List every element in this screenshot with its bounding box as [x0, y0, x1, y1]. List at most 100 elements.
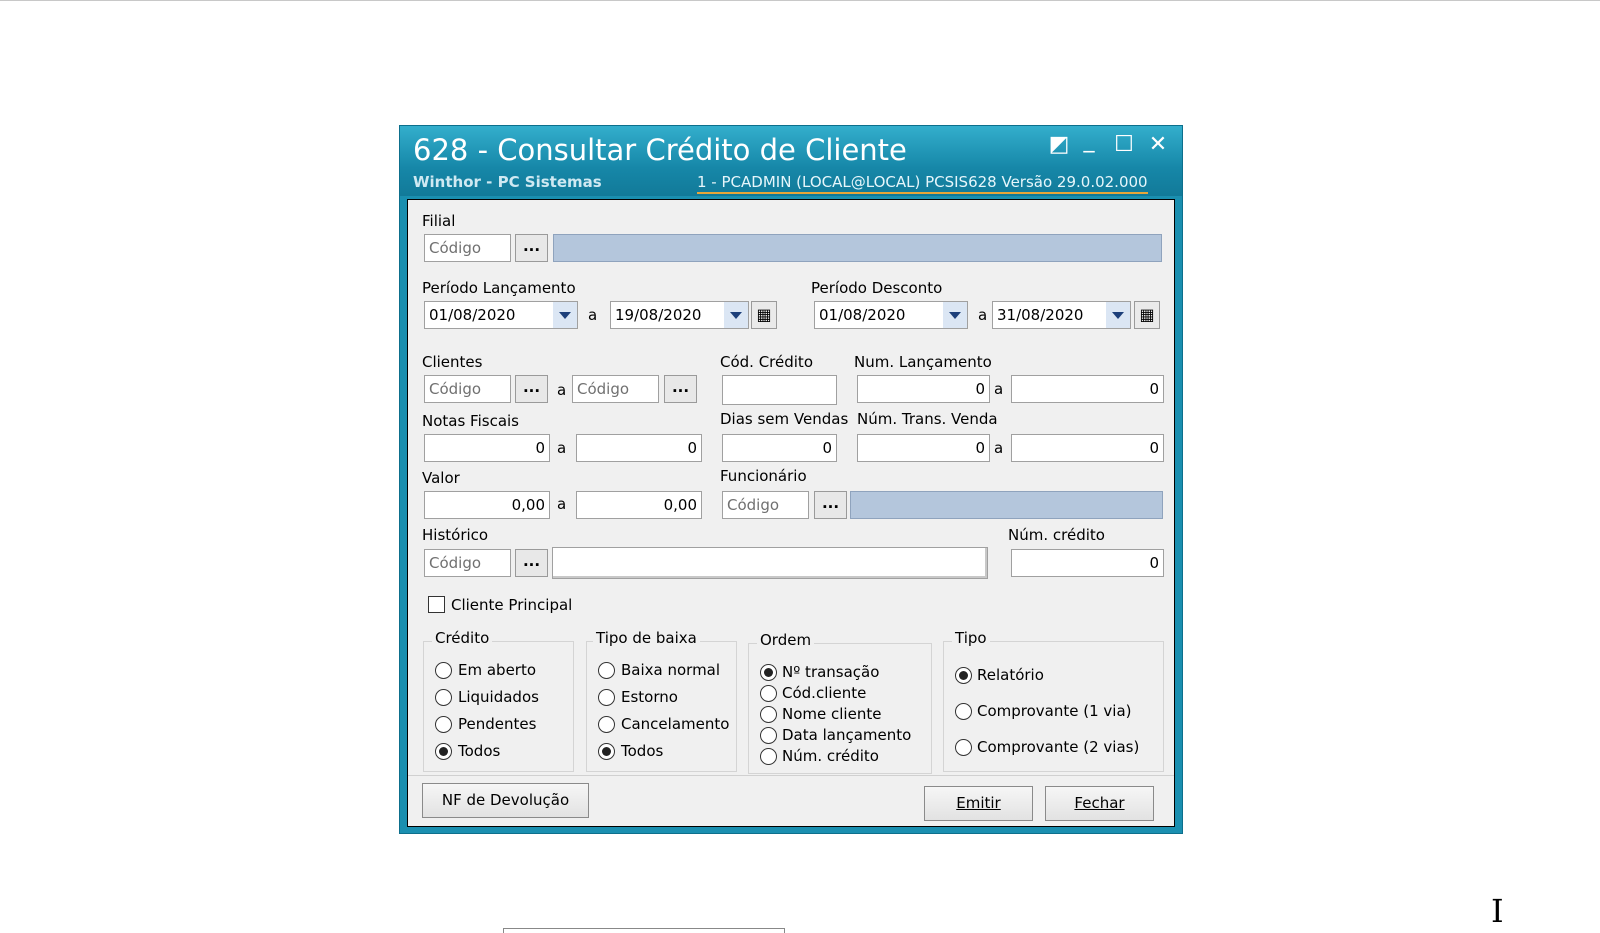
radio-n-transacao[interactable]: [760, 664, 777, 681]
radio-cancelamento[interactable]: [598, 716, 615, 733]
radio-liquidados[interactable]: [435, 689, 452, 706]
nf-devolucao-button[interactable]: NF de Devolução: [422, 783, 589, 818]
radio-nome-cliente[interactable]: [760, 706, 777, 723]
num-trans-venda-label: Núm. Trans. Venda: [857, 410, 998, 428]
num-trans-venda-from-input[interactable]: 0: [857, 434, 990, 462]
periodo-desconto-from[interactable]: 01/08/2020: [814, 301, 968, 329]
num-credito-input[interactable]: 0: [1011, 549, 1164, 577]
num-lancamento-to-input[interactable]: 0: [1011, 375, 1164, 403]
valor-label: Valor: [422, 469, 460, 487]
clientes-from-lookup-button[interactable]: ...: [515, 375, 548, 403]
form-body: Filial Código ... Período Lançamento 01/…: [407, 199, 1175, 827]
calendar-icon[interactable]: ▦: [751, 301, 777, 329]
dias-sem-vendas-input[interactable]: 0: [722, 434, 837, 462]
periodo-desconto-label: Período Desconto: [811, 279, 943, 297]
window-subtitle: Winthor - PC Sistemas: [413, 173, 602, 191]
window-title: 628 - Consultar Crédito de Cliente: [413, 133, 907, 167]
valor-from-input[interactable]: 0,00: [424, 491, 550, 519]
radio-em-aberto[interactable]: [435, 662, 452, 679]
cod-credito-input[interactable]: [722, 375, 837, 405]
periodo-lancamento-sep: a: [588, 306, 598, 324]
emitir-button[interactable]: Emitir: [924, 786, 1033, 821]
historico-label: Histórico: [422, 526, 489, 544]
radio-relatorio-label: Relatório: [977, 666, 1044, 684]
periodo-desconto-from-value: 01/08/2020: [819, 306, 906, 324]
notas-fiscais-to-input[interactable]: 0: [576, 434, 702, 462]
num-lancamento-label: Num. Lançamento: [854, 353, 992, 371]
clientes-to-input[interactable]: Código: [572, 375, 659, 403]
radio-estorno[interactable]: [598, 689, 615, 706]
chevron-down-icon[interactable]: [553, 302, 577, 328]
calendar-icon[interactable]: ▦: [1134, 301, 1160, 329]
radio-baixa-todos[interactable]: [598, 743, 615, 760]
radio-cod-cliente-label: Cód.cliente: [782, 684, 867, 702]
historico-code-input[interactable]: Código: [424, 549, 511, 577]
close-icon[interactable]: ✕: [1145, 134, 1171, 158]
notas-fiscais-from-input[interactable]: 0: [424, 434, 550, 462]
title-bar[interactable]: 628 - Consultar Crédito de Cliente Winth…: [400, 126, 1182, 196]
funcionario-lookup-button[interactable]: ...: [814, 491, 847, 519]
minimize-icon[interactable]: _: [1076, 130, 1102, 154]
credito-group-title: Crédito: [432, 629, 493, 647]
radio-relatorio[interactable]: [955, 667, 972, 684]
partial-element-bottom: [503, 928, 785, 933]
num-trans-venda-sep: a: [994, 439, 1004, 457]
periodo-lancamento-from-value: 01/08/2020: [429, 306, 516, 324]
num-credito-label: Núm. crédito: [1008, 526, 1105, 544]
radio-data-lancamento[interactable]: [760, 727, 777, 744]
text-cursor-icon: I: [1491, 892, 1504, 930]
radio-baixa-normal[interactable]: [598, 662, 615, 679]
radio-cod-cliente[interactable]: [760, 685, 777, 702]
main-window: 628 - Consultar Crédito de Cliente Winth…: [399, 125, 1183, 834]
radio-num-credito[interactable]: [760, 748, 777, 765]
radio-estorno-label: Estorno: [621, 688, 678, 706]
fechar-button[interactable]: Fechar: [1045, 786, 1154, 821]
historico-lookup-button[interactable]: ...: [515, 549, 548, 577]
radio-liquidados-label: Liquidados: [458, 688, 539, 706]
clientes-from-input[interactable]: Código: [424, 375, 511, 403]
radio-baixa-todos-label: Todos: [621, 742, 664, 760]
funcionario-label: Funcionário: [720, 467, 807, 485]
radio-data-lancamento-label: Data lançamento: [782, 726, 912, 744]
periodo-desconto-to[interactable]: 31/08/2020: [992, 301, 1131, 329]
maximize-icon[interactable]: ☐: [1111, 134, 1137, 158]
radio-pendentes[interactable]: [435, 716, 452, 733]
num-lancamento-from-input[interactable]: 0: [857, 375, 990, 403]
periodo-lancamento-to[interactable]: 19/08/2020: [610, 301, 749, 329]
funcionario-code-input[interactable]: Código: [722, 491, 809, 519]
periodo-desconto-sep: a: [978, 306, 988, 324]
valor-to-input[interactable]: 0,00: [576, 491, 702, 519]
periodo-lancamento-label: Período Lançamento: [422, 279, 576, 297]
radio-comprovante-1-label: Comprovante (1 via): [977, 702, 1132, 720]
clientes-sep: a: [557, 381, 567, 399]
filial-name-display: [553, 234, 1162, 262]
funcionario-name-display: [850, 491, 1163, 519]
top-divider: [0, 0, 1600, 1]
num-lancamento-sep: a: [994, 380, 1004, 398]
tipo-baixa-group-title: Tipo de baixa: [593, 629, 700, 647]
radio-comprovante-2[interactable]: [955, 739, 972, 756]
chevron-down-icon[interactable]: [943, 302, 967, 328]
chevron-down-icon[interactable]: [724, 302, 748, 328]
notas-fiscais-label: Notas Fiscais: [422, 412, 519, 430]
filial-lookup-button[interactable]: ...: [515, 234, 548, 262]
periodo-lancamento-from[interactable]: 01/08/2020: [424, 301, 578, 329]
clientes-to-lookup-button[interactable]: ...: [664, 375, 697, 403]
num-trans-venda-to-input[interactable]: 0: [1011, 434, 1164, 462]
session-info: 1 - PCADMIN (LOCAL@LOCAL) PCSIS628 Versã…: [697, 173, 1148, 194]
ordem-group: Ordem Nº transação Cód.cliente Nome clie…: [748, 631, 932, 774]
cliente-principal-checkbox[interactable]: [428, 596, 445, 613]
radio-n-transacao-label: Nº transação: [782, 663, 880, 681]
valor-sep: a: [557, 495, 567, 513]
historico-text-input[interactable]: [552, 547, 988, 579]
button-bar: NF de Devolução Emitir Fechar: [408, 775, 1174, 826]
radio-credito-todos[interactable]: [435, 743, 452, 760]
notas-fiscais-sep: a: [557, 439, 567, 457]
radio-pendentes-label: Pendentes: [458, 715, 537, 733]
chevron-down-icon[interactable]: [1106, 302, 1130, 328]
radio-comprovante-2-label: Comprovante (2 vias): [977, 738, 1140, 756]
restore-icon[interactable]: ◩: [1046, 134, 1072, 158]
filial-code-input[interactable]: Código: [424, 234, 511, 262]
radio-nome-cliente-label: Nome cliente: [782, 705, 882, 723]
radio-comprovante-1[interactable]: [955, 703, 972, 720]
